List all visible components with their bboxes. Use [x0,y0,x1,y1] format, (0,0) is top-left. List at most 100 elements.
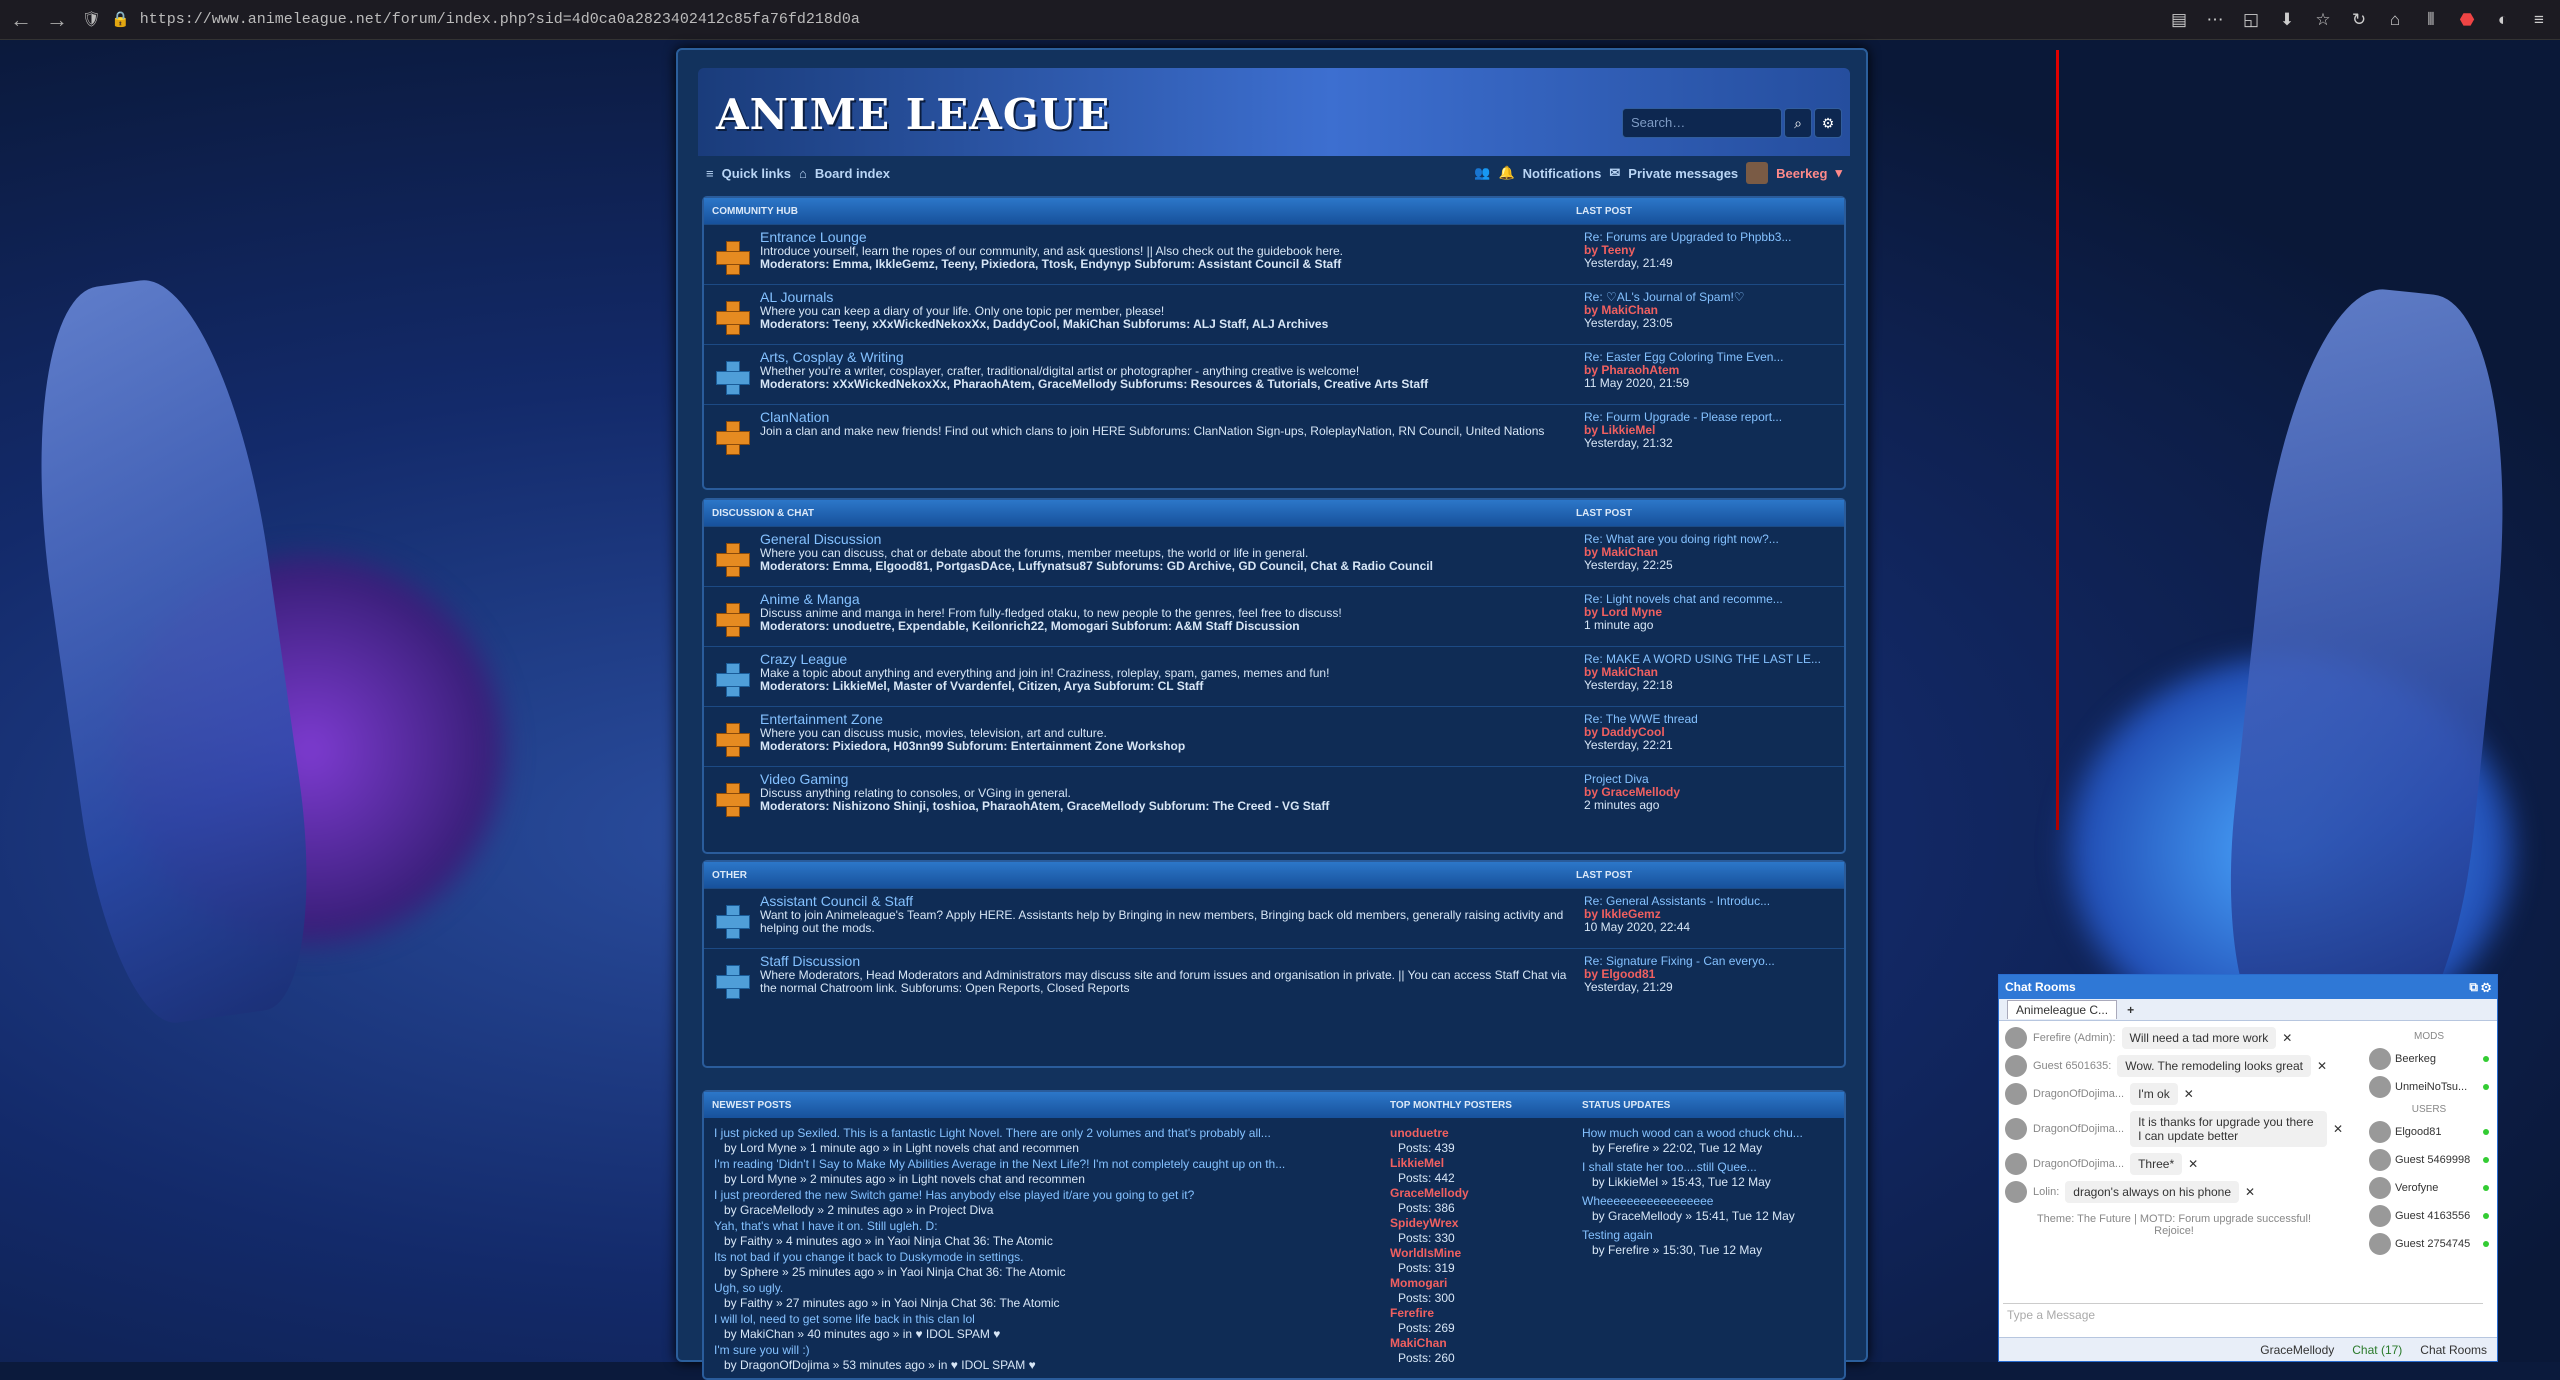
top-poster-name[interactable]: Momogari [1390,1276,1560,1291]
chat-user[interactable]: Guest 4163556 [2369,1205,2489,1227]
back-icon[interactable]: ← [10,7,32,33]
chat-footer-rooms[interactable]: Chat Rooms [2420,1343,2487,1357]
gear-icon[interactable]: ⚙ [1814,108,1842,138]
newest-post-item[interactable]: I just picked up Sexiled. This is a fant… [714,1126,1374,1156]
chat-message-author[interactable]: Ferefire (Admin): [2033,1032,2116,1044]
chat-user-name[interactable]: Guest 4163556 [2395,1210,2470,1222]
caret-down-icon[interactable]: ▾ [1835,165,1842,181]
board-index-link[interactable]: Board index [815,166,890,181]
newest-post-title[interactable]: I just picked up Sexiled. This is a fant… [714,1126,1374,1141]
forum-row[interactable]: Staff Discussion Where Moderators, Head M… [704,948,1844,1008]
top-poster-name[interactable]: unoduetre [1390,1126,1560,1141]
newest-post-title[interactable]: Yah, that's what I have it on. Still ugl… [714,1219,1374,1234]
add-tab-icon[interactable]: + [2127,1003,2134,1017]
username-menu[interactable]: Beerkeg [1776,166,1827,181]
chat-message-input[interactable]: Type a Message [2003,1303,2483,1325]
chat-user[interactable]: Verofyne [2369,1177,2489,1199]
status-update-text[interactable]: How much wood can a wood chuck chu... [1582,1126,1832,1141]
newest-post-title[interactable]: I'm reading 'Didn't I Say to Make My Abi… [714,1157,1374,1172]
chat-footer-count[interactable]: Chat (17) [2352,1343,2402,1357]
notifications-link[interactable]: Notifications [1523,166,1602,181]
address-bar[interactable]: 🛡 🔒 https://www.animeleague.net/forum/in… [82,6,2154,34]
newest-post-title[interactable]: I'm sure you will :) [714,1343,1374,1358]
forum-title[interactable]: Arts, Cosplay & Writing [760,349,1584,365]
forum-row[interactable]: Video Gaming Discuss anything relating to… [704,766,1844,826]
chat-user-name[interactable]: Beerkeg [2395,1053,2436,1065]
download-icon[interactable]: ⬇ [2276,10,2298,30]
forum-title[interactable]: Staff Discussion [760,953,1584,969]
forum-title[interactable]: Entrance Lounge [760,229,1584,245]
forum-title[interactable]: Crazy League [760,651,1584,667]
forum-row[interactable]: ClanNation Join a clan and make new frien… [704,404,1844,464]
newest-post-title[interactable]: Its not bad if you change it back to Dus… [714,1250,1374,1265]
top-poster-name[interactable]: Ferefire [1390,1306,1560,1321]
status-update-text[interactable]: Testing again [1582,1228,1832,1243]
forum-row[interactable]: AL Journals Where you can keep a diary of… [704,284,1844,344]
newest-post-item[interactable]: Its not bad if you change it back to Dus… [714,1250,1374,1280]
top-poster-name[interactable]: WorldIsMine [1390,1246,1560,1261]
close-icon[interactable]: ✕ [2188,1157,2198,1171]
site-logo[interactable]: ANIME LEAGUE [716,90,1110,139]
newest-post-item[interactable]: Ugh, so ugly. by Faithy » 27 minutes ago … [714,1281,1374,1311]
home-icon[interactable]: ⌂ [2384,10,2406,30]
chat-message-author[interactable]: DragonOfDojima... [2033,1088,2124,1100]
newest-post-title[interactable]: I just preordered the new Switch game! H… [714,1188,1374,1203]
reader-icon[interactable]: ▤ [2168,10,2190,30]
forum-row[interactable]: Assistant Council & Staff Want to join An… [704,888,1844,948]
avatar[interactable] [1746,162,1769,184]
forum-row[interactable]: General Discussion Where you can discuss,… [704,526,1844,586]
quick-links-link[interactable]: Quick links [722,166,791,181]
sync-icon[interactable]: ◐ [2492,10,2514,30]
forum-row[interactable]: Entertainment Zone Where you can discuss … [704,706,1844,766]
chat-user[interactable]: Beerkeg [2369,1048,2489,1070]
close-icon[interactable]: ✕ [2282,1031,2292,1045]
library-icon[interactable]: ⫴ [2420,10,2442,30]
forum-row[interactable]: Entrance Lounge Introduce yourself, learn… [704,224,1844,284]
bell-icon[interactable]: 🔔 [1498,165,1514,181]
adblock-icon[interactable]: ⬣ [2456,10,2478,30]
chat-user[interactable]: Guest 5469998 [2369,1149,2489,1171]
top-poster-name[interactable]: MakiChan [1390,1336,1560,1351]
forum-row[interactable]: Anime & Manga Discuss anime and manga in … [704,586,1844,646]
chat-tab-active[interactable]: Animeleague C... [2007,1000,2118,1019]
forum-title[interactable]: ClanNation [760,409,1584,425]
forum-row[interactable]: Crazy League Make a topic about anything … [704,646,1844,706]
forum-row[interactable]: Arts, Cosplay & Writing Whether you're a … [704,344,1844,404]
search-input[interactable]: Search… [1622,108,1782,138]
top-poster-name[interactable]: SpideyWrex [1390,1216,1560,1231]
chat-user-name[interactable]: Guest 2754745 [2395,1238,2470,1250]
newest-post-title[interactable]: I will lol, need to get some life back i… [714,1312,1374,1327]
chat-message-author[interactable]: Guest 6501635: [2033,1060,2111,1072]
popout-icon[interactable]: ⧉ [2469,980,2478,994]
newest-post-item[interactable]: Yah, that's what I have it on. Still ugl… [714,1219,1374,1249]
forum-title[interactable]: Entertainment Zone [760,711,1584,727]
newest-post-item[interactable]: I'm sure you will :) by DragonOfDojima » … [714,1343,1374,1373]
hamburger-icon[interactable]: ≡ [706,166,714,181]
search-icon[interactable]: ⌕ [1784,108,1812,138]
chat-user[interactable]: UnmeiNoTsu... [2369,1076,2489,1098]
forum-title[interactable]: AL Journals [760,289,1584,305]
close-icon[interactable]: ✕ [2317,1059,2327,1073]
chat-user[interactable]: Guest 2754745 [2369,1233,2489,1255]
status-update-text[interactable]: Wheeeeeeeeeeeeeeeee [1582,1194,1832,1209]
close-icon[interactable]: ✕ [2333,1122,2343,1136]
forum-title[interactable]: Anime & Manga [760,591,1584,607]
chat-message-author[interactable]: DragonOfDojima... [2033,1158,2124,1170]
home-icon[interactable]: ⌂ [799,166,807,181]
status-update-text[interactable]: I shall state her too....still Quee... [1582,1160,1832,1175]
forum-title[interactable]: Assistant Council & Staff [760,893,1584,909]
hamburger-icon[interactable]: ≡ [2528,10,2550,30]
chat-user[interactable]: Elgood81 [2369,1121,2489,1143]
newest-post-item[interactable]: I just preordered the new Switch game! H… [714,1188,1374,1218]
newest-post-item[interactable]: I'm reading 'Didn't I Say to Make My Abi… [714,1157,1374,1187]
pocket-icon[interactable]: ◱ [2240,10,2262,30]
top-poster-name[interactable]: LikkieMel [1390,1156,1560,1171]
forward-icon[interactable]: → [46,7,68,33]
close-icon[interactable]: ✕ [2184,1087,2194,1101]
gear-icon[interactable]: ⚙ [2481,980,2491,994]
menu-dots-icon[interactable]: ⋯ [2204,10,2226,30]
star-icon[interactable]: ☆ [2312,10,2334,30]
chat-user-name[interactable]: Verofyne [2395,1182,2438,1194]
close-icon[interactable]: ✕ [2245,1185,2255,1199]
chat-message-author[interactable]: Lolin: [2033,1186,2059,1198]
